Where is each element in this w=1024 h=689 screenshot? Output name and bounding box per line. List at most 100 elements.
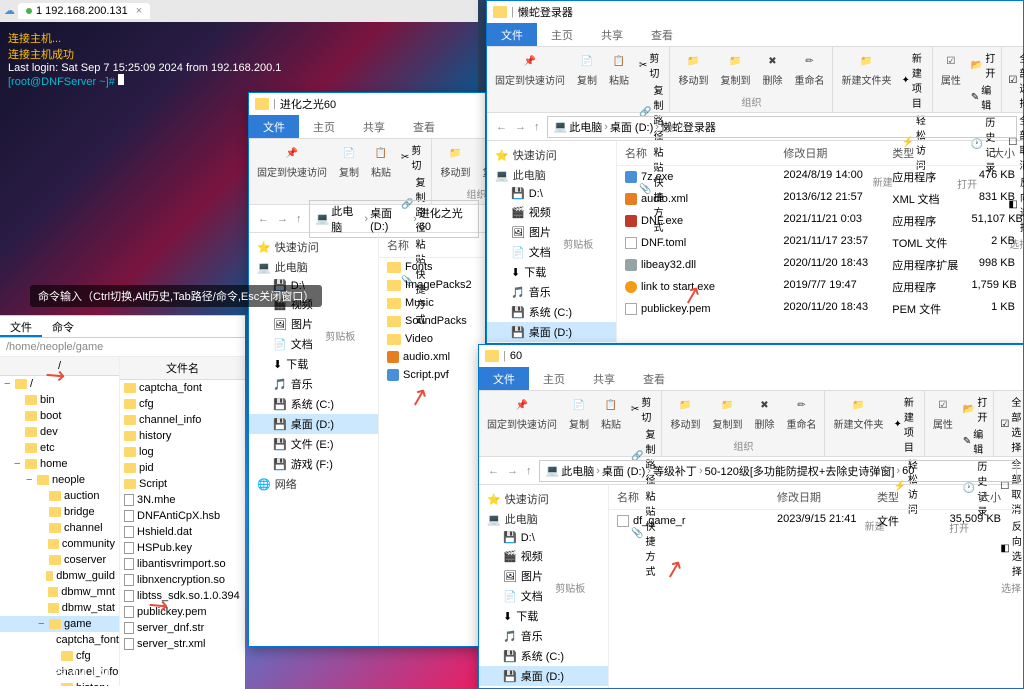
- nav-item[interactable]: 💾游戏 (F:): [249, 454, 378, 474]
- tab-view[interactable]: 查看: [629, 367, 679, 390]
- nav-item[interactable]: 💾文件 (E:): [479, 686, 608, 688]
- tab-share[interactable]: 共享: [587, 23, 637, 46]
- list-item[interactable]: channel_info: [120, 412, 245, 428]
- tree-item[interactable]: auction: [0, 488, 119, 504]
- breadcrumb[interactable]: 等级补丁: [653, 463, 697, 479]
- nav-item[interactable]: 🎬视频: [487, 202, 616, 222]
- tree-item[interactable]: −/: [0, 376, 119, 392]
- tab-file[interactable]: 文件: [249, 115, 299, 138]
- breadcrumb[interactable]: 60: [902, 465, 914, 477]
- file-row[interactable]: publickey.pem2020/11/20 18:43PEM 文件1 KB: [617, 298, 1023, 320]
- list-item[interactable]: DNFAntiCpX.hsb: [120, 508, 245, 524]
- new-item-button[interactable]: ✦ 新建项目: [899, 49, 927, 111]
- select-all-button[interactable]: ☑ 全部选择: [998, 393, 1023, 455]
- tab-home[interactable]: 主页: [529, 367, 579, 390]
- cut-button[interactable]: ✂ 剪切: [637, 49, 665, 81]
- col-type[interactable]: 类型: [884, 141, 963, 165]
- panel-path[interactable]: /home/neople/game: [0, 338, 245, 357]
- breadcrumb[interactable]: 此电脑: [569, 119, 602, 135]
- nav-item[interactable]: 💾文件 (E:): [487, 342, 616, 343]
- address-path[interactable]: 💻 此电脑 › 桌面 (D:) › 进化之光60: [309, 200, 480, 238]
- move-button[interactable]: 📁移动到: [436, 141, 474, 181]
- tree-item[interactable]: captcha_font: [0, 632, 119, 648]
- delete-button[interactable]: ✖删除: [750, 393, 778, 433]
- file-row[interactable]: DNF.exe2021/11/21 0:03应用程序51,107 KB: [617, 210, 1023, 232]
- up-button[interactable]: ↑: [523, 465, 535, 477]
- tab-home[interactable]: 主页: [299, 115, 349, 138]
- nav-item[interactable]: 💻此电脑: [487, 165, 616, 185]
- cut-button[interactable]: ✂ 剪切: [399, 141, 427, 173]
- forward-button[interactable]: →: [274, 213, 291, 225]
- copy-to-button[interactable]: 📁复制到: [708, 393, 746, 433]
- paste-button[interactable]: 📋粘贴: [367, 141, 395, 181]
- nav-item[interactable]: ⭐快速访问: [487, 145, 616, 165]
- nav-item[interactable]: 📄文档: [487, 242, 616, 262]
- file-row[interactable]: audio.xml2013/6/12 21:57XML 文档831 KB: [617, 188, 1023, 210]
- col-name[interactable]: 名称: [379, 233, 485, 257]
- tree-item[interactable]: channel: [0, 520, 119, 536]
- file-row[interactable]: 7z.exe2024/8/19 14:00应用程序476 KB: [617, 166, 1023, 188]
- pin-button[interactable]: 📌固定到快速访问: [483, 393, 561, 433]
- breadcrumb[interactable]: 此电脑: [561, 463, 594, 479]
- tree-item[interactable]: bridge: [0, 504, 119, 520]
- close-icon[interactable]: ×: [136, 5, 142, 17]
- list-item[interactable]: server_dnf.str: [120, 620, 245, 636]
- window-title-bar[interactable]: | 60: [479, 345, 1023, 367]
- nav-item[interactable]: 🌐网络: [249, 474, 378, 494]
- file-row[interactable]: Script.pvf: [379, 366, 485, 384]
- pin-button[interactable]: 📌固定到快速访问: [491, 49, 569, 89]
- tree-item[interactable]: dbmw_stat: [0, 600, 119, 616]
- list-item[interactable]: captcha_font: [120, 380, 245, 396]
- open-button[interactable]: 📂 打开: [961, 393, 989, 425]
- edit-button[interactable]: ✎ 编辑: [969, 81, 997, 113]
- file-row[interactable]: libeay32.dll2020/11/20 18:43应用程序扩展998 KB: [617, 254, 1023, 276]
- file-row[interactable]: Fonts: [379, 258, 485, 276]
- tree-item[interactable]: −home: [0, 456, 119, 472]
- file-row[interactable]: SoundPacks: [379, 312, 485, 330]
- tab-view[interactable]: 查看: [399, 115, 449, 138]
- breadcrumb[interactable]: 进化之光60: [419, 205, 472, 233]
- nav-item[interactable]: 🖼图片: [479, 566, 608, 586]
- nav-item[interactable]: 🎵音乐: [487, 282, 616, 302]
- nav-item[interactable]: 🖼图片: [487, 222, 616, 242]
- tree-item[interactable]: dev: [0, 424, 119, 440]
- nav-item[interactable]: 🎵音乐: [479, 626, 608, 646]
- address-path[interactable]: 💻 此电脑 › 桌面 (D:) › 懒蛇登录器: [547, 116, 1018, 138]
- list-item[interactable]: HSPub.key: [120, 540, 245, 556]
- new-folder-button[interactable]: 📁新建文件夹: [837, 49, 895, 89]
- tree-item[interactable]: dbmw_guild: [0, 568, 119, 584]
- breadcrumb[interactable]: 桌面 (D:): [610, 119, 653, 135]
- new-item-button[interactable]: ✦ 新建项目: [891, 393, 919, 455]
- properties-button[interactable]: ☑属性: [937, 49, 965, 89]
- tree-item[interactable]: dbmw_mnt: [0, 584, 119, 600]
- rename-button[interactable]: ✏重命名: [790, 49, 828, 89]
- new-folder-button[interactable]: 📁新建文件夹: [829, 393, 887, 433]
- delete-button[interactable]: ✖删除: [758, 49, 786, 89]
- tree-item[interactable]: boot: [0, 408, 119, 424]
- forward-button[interactable]: →: [504, 465, 521, 477]
- paste-button[interactable]: 📋粘贴: [605, 49, 633, 89]
- open-button[interactable]: 📂 打开: [969, 49, 997, 81]
- tree-item[interactable]: bin: [0, 392, 119, 408]
- window-title-bar[interactable]: | 懒蛇登录器: [487, 1, 1023, 23]
- list-item[interactable]: Script: [120, 476, 245, 492]
- back-button[interactable]: ←: [493, 121, 510, 133]
- tree-item[interactable]: coserver: [0, 552, 119, 568]
- tab-file[interactable]: 文件: [479, 367, 529, 390]
- file-row[interactable]: ImagePacks2: [379, 276, 485, 294]
- up-button[interactable]: ↑: [531, 121, 543, 133]
- window-title-bar[interactable]: | 进化之光60: [249, 93, 485, 115]
- tab-file[interactable]: 文件: [0, 316, 42, 337]
- tab-home[interactable]: 主页: [537, 23, 587, 46]
- nav-item[interactable]: 💾D:\: [487, 185, 616, 202]
- list-item[interactable]: 3N.mhe: [120, 492, 245, 508]
- list-item[interactable]: publickey.pem: [120, 604, 245, 620]
- back-button[interactable]: ←: [255, 213, 272, 225]
- ssh-tab[interactable]: 1 192.168.200.131 ×: [18, 3, 150, 19]
- copy-button[interactable]: 📄复制: [335, 141, 363, 181]
- copy-button[interactable]: 📄复制: [565, 393, 593, 433]
- nav-item[interactable]: ⬇下载: [487, 262, 616, 282]
- nav-item[interactable]: 💾系统 (C:): [487, 302, 616, 322]
- list-item[interactable]: Hshield.dat: [120, 524, 245, 540]
- cut-button[interactable]: ✂ 剪切: [629, 393, 657, 425]
